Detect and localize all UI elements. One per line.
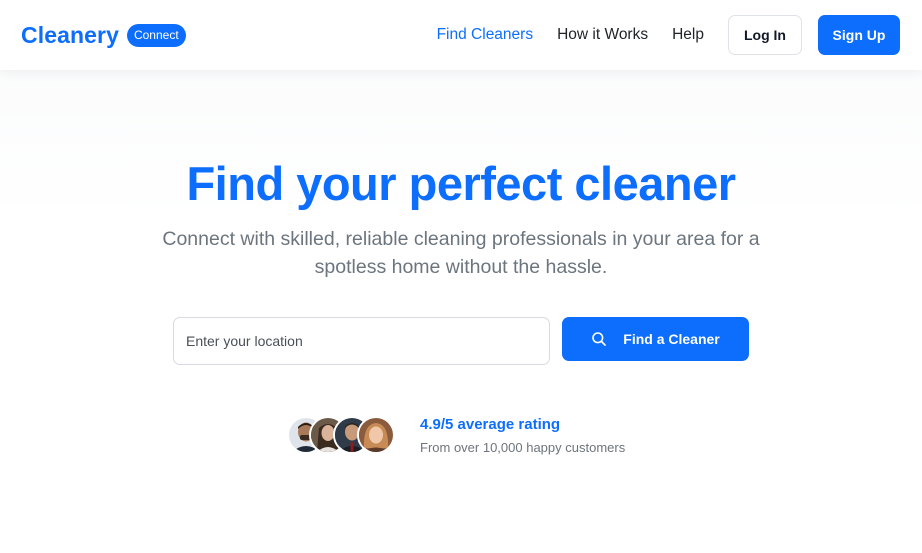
find-cleaner-label: Find a Cleaner xyxy=(623,331,720,347)
brand-badge: Connect xyxy=(126,23,186,47)
nav-link-help[interactable]: Help xyxy=(672,26,704,44)
location-input[interactable] xyxy=(173,317,550,365)
signup-button[interactable]: Sign Up xyxy=(818,15,900,55)
find-cleaner-button[interactable]: Find a Cleaner xyxy=(562,317,749,361)
rating-subtitle: From over 10,000 happy customers xyxy=(420,440,626,455)
top-navbar: Cleanery Connect Find Cleaners How it Wo… xyxy=(0,0,922,70)
hero-subtitle: Connect with skilled, reliable cleaning … xyxy=(162,228,760,278)
login-button[interactable]: Log In xyxy=(728,15,802,55)
brand-name: Cleanery xyxy=(21,21,119,48)
nav-link-how-it-works[interactable]: How it Works xyxy=(557,26,648,44)
nav-link-find-cleaners[interactable]: Find Cleaners xyxy=(437,26,534,44)
search-icon xyxy=(591,331,607,347)
nav-links: Find Cleaners How it Works Help Log In S… xyxy=(413,15,900,55)
hero-title: Find your perfect cleaner xyxy=(186,157,736,210)
customer-avatar-4 xyxy=(357,416,395,454)
rating-title: 4.9/5 average rating xyxy=(420,416,561,433)
customer-avatars xyxy=(287,416,397,454)
brand-logo[interactable]: Cleanery Connect xyxy=(21,22,186,49)
